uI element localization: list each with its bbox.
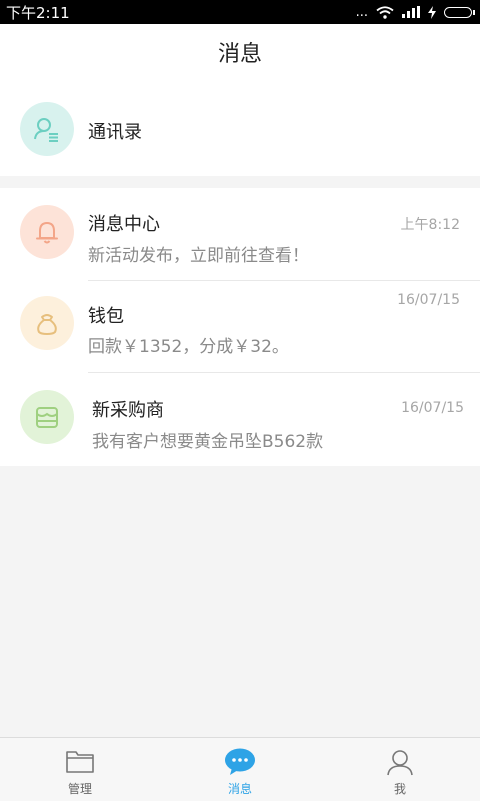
message-avatar xyxy=(20,205,74,259)
bottom-nav: 管理 消息 我 xyxy=(0,737,480,801)
tab-messages[interactable]: 消息 xyxy=(160,738,320,801)
signal-icon xyxy=(402,6,420,18)
message-time: 16/07/15 xyxy=(401,400,464,416)
message-preview: 我有客户想要黄金吊坠B562款 xyxy=(92,432,324,452)
message-avatar xyxy=(20,296,74,350)
contacts-item[interactable]: 通讯录 xyxy=(0,82,480,174)
folder-icon xyxy=(66,751,94,773)
charging-icon xyxy=(428,5,436,19)
message-item-wallet[interactable]: 钱包 16/07/15 回款￥1352，分成￥32。 xyxy=(0,281,480,373)
contacts-icon xyxy=(34,118,58,142)
status-icons: ... xyxy=(355,4,475,20)
message-list: 消息中心 上午8:12 新活动发布，立即前往查看！ 钱包 16/07/15 回款… xyxy=(0,188,480,466)
contacts-label: 通讯录 xyxy=(88,122,142,143)
message-title: 钱包 xyxy=(88,306,124,327)
message-preview: 新活动发布，立即前往查看！ xyxy=(88,246,309,266)
message-title: 消息中心 xyxy=(88,214,160,235)
money-bag-icon xyxy=(37,314,57,335)
bell-icon xyxy=(36,222,58,244)
message-title: 新采购商 xyxy=(92,400,164,421)
contacts-avatar xyxy=(20,102,74,156)
tab-label: 消息 xyxy=(227,782,252,796)
battery-icon xyxy=(444,6,475,18)
message-preview: 回款￥1352，分成￥32。 xyxy=(88,337,289,357)
page-title: 消息 xyxy=(217,42,262,67)
store-icon xyxy=(36,407,58,428)
tab-label: 我 xyxy=(393,782,406,796)
wifi-icon xyxy=(376,5,394,19)
tab-manage[interactable]: 管理 xyxy=(0,738,160,801)
contacts-section: 通讯录 xyxy=(0,80,480,176)
tab-label: 管理 xyxy=(67,782,92,796)
chat-bubble-icon xyxy=(225,748,255,775)
header: 消息 xyxy=(0,24,480,81)
message-avatar xyxy=(20,390,74,444)
message-time: 16/07/15 xyxy=(397,292,460,308)
status-bar: 下午2:11 ... xyxy=(0,0,480,24)
signal-dots: ... xyxy=(355,4,368,20)
message-item-center[interactable]: 消息中心 上午8:12 新活动发布，立即前往查看！ xyxy=(0,188,480,280)
tab-me[interactable]: 我 xyxy=(320,738,480,801)
message-item-buyer[interactable]: 新采购商 16/07/15 我有客户想要黄金吊坠B562款 xyxy=(0,373,480,465)
message-time: 上午8:12 xyxy=(400,217,460,233)
person-icon xyxy=(387,750,413,776)
status-time: 下午2:11 xyxy=(6,3,70,22)
